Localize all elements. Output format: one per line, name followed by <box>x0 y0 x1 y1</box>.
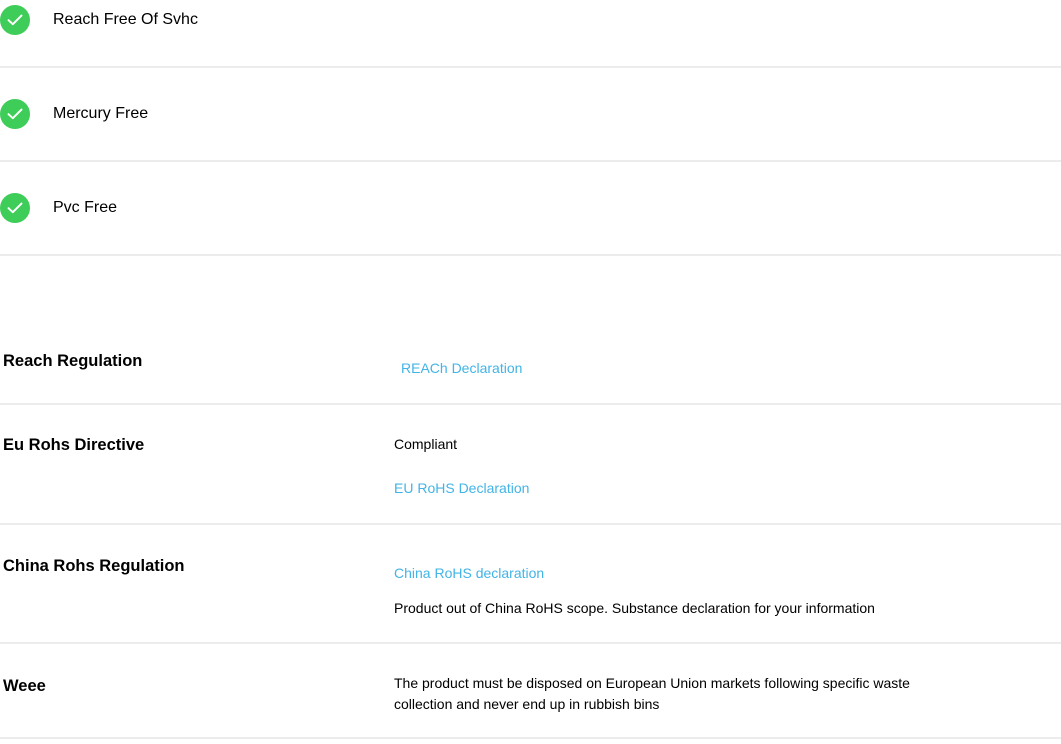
feature-label: Mercury Free <box>53 105 149 122</box>
regulation-title: Reach Regulation <box>3 352 143 370</box>
china-rohs-declaration-link[interactable]: China RoHS declaration <box>394 563 544 583</box>
regulation-row-reach: Reach Regulation REACh Declaration <box>0 320 1061 405</box>
regulation-row-weee: Weee The product must be disposed on Eur… <box>0 644 1061 739</box>
reach-declaration-link[interactable]: REACh Declaration <box>401 358 522 378</box>
feature-label: Reach Free Of Svhc <box>53 11 198 28</box>
regulation-title: Eu Rohs Directive <box>3 436 145 454</box>
weee-note-line-2: collection and never end up in rubbish b… <box>394 696 660 712</box>
feature-row-mercury-free: Mercury Free <box>0 68 1061 162</box>
regulation-row-china-rohs: China Rohs Regulation China RoHS declara… <box>0 525 1061 644</box>
feature-row-pvc-free: Pvc Free <box>0 162 1061 256</box>
regulation-row-eu-rohs: Eu Rohs Directive Compliant EU RoHS Decl… <box>0 405 1061 525</box>
compliance-status: Compliant <box>394 436 458 452</box>
feature-label: Pvc Free <box>53 199 118 216</box>
check-circle-icon <box>0 99 30 129</box>
eu-rohs-declaration-link[interactable]: EU RoHS Declaration <box>394 478 529 498</box>
regulation-title: China Rohs Regulation <box>3 557 185 575</box>
weee-note-line-1: The product must be disposed on European… <box>394 675 910 691</box>
check-circle-icon <box>0 193 30 223</box>
feature-row-reach-free: Reach Free Of Svhc <box>0 0 1061 68</box>
china-rohs-note: Product out of China RoHS scope. Substan… <box>394 600 875 616</box>
check-circle-icon <box>0 5 30 35</box>
environmental-compliance-page: Reach Free Of Svhc Mercury Free Pvc Free… <box>0 0 1061 744</box>
regulation-title: Weee <box>3 677 46 695</box>
